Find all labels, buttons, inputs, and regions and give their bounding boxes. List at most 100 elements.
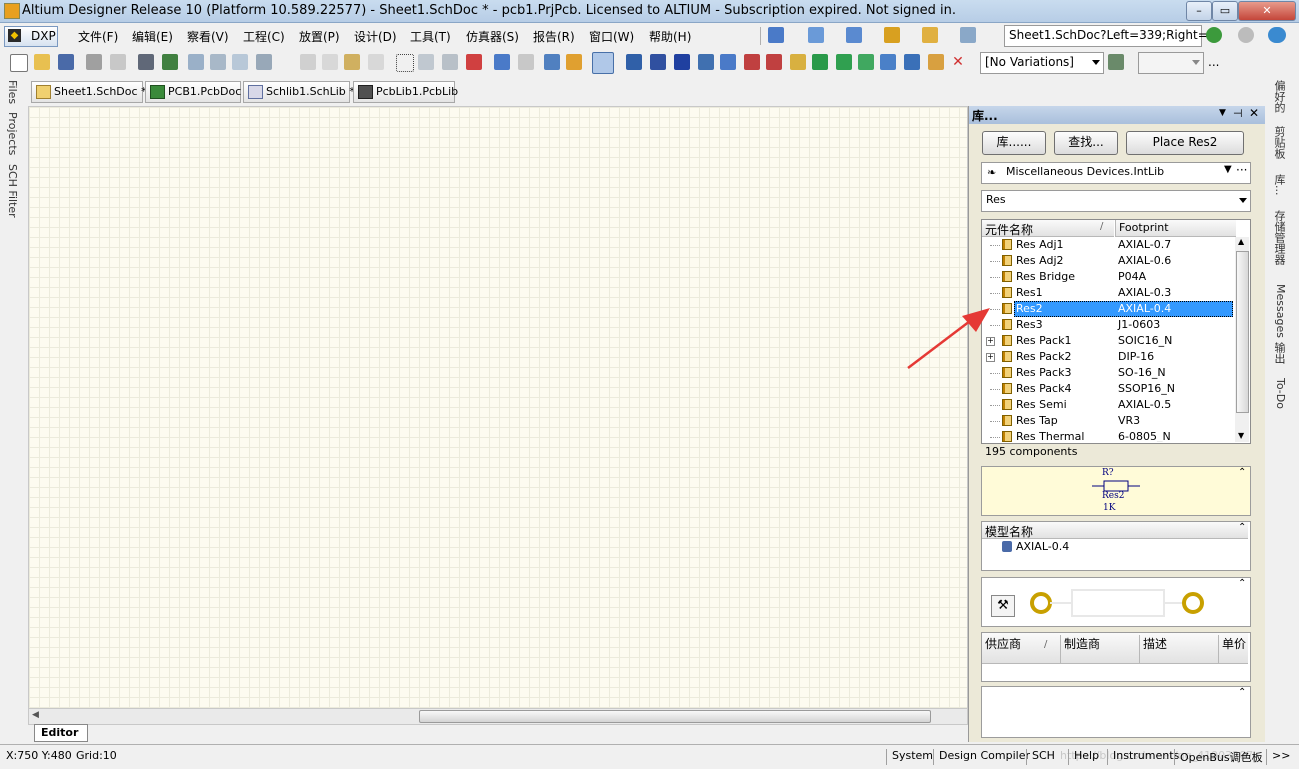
status-tab-instruments[interactable]: Instruments xyxy=(1107,749,1179,765)
status-tab-system[interactable]: System xyxy=(886,749,933,765)
board-icon[interactable] xyxy=(162,54,178,70)
sheet-symbol-icon[interactable] xyxy=(812,54,828,70)
menu-place[interactable]: 放置(P) xyxy=(299,28,340,45)
component-row[interactable]: Res Thermal 6-0805_N xyxy=(982,429,1234,442)
component-row[interactable]: Res3 J1-0603 xyxy=(982,317,1234,333)
column-header-footprint[interactable]: Footprint xyxy=(1115,220,1236,237)
model-name[interactable]: AXIAL-0.4 xyxy=(1016,540,1069,553)
port-icon[interactable] xyxy=(922,27,938,43)
side-tab-files[interactable]: Files xyxy=(3,80,19,106)
deselect-icon[interactable] xyxy=(466,54,482,70)
component-row[interactable]: Res Bridge P04A xyxy=(982,269,1234,285)
wiring-icon[interactable] xyxy=(768,27,784,43)
paste-icon[interactable] xyxy=(344,54,360,70)
list-scrollbar[interactable]: ▲ ▼ xyxy=(1235,237,1249,442)
more-options-icon[interactable]: ··· xyxy=(1236,163,1247,177)
component-row[interactable]: Res Semi AXIAL-0.5 xyxy=(982,397,1234,413)
new-icon[interactable] xyxy=(10,54,28,72)
save-icon[interactable] xyxy=(58,54,74,70)
libraries-button[interactable]: 库...... xyxy=(982,131,1046,155)
undo-icon[interactable] xyxy=(494,54,510,70)
library-select[interactable]: ❧ Miscellaneous Devices.IntLib ▼ ··· xyxy=(981,162,1251,184)
close-button[interactable]: ✕ xyxy=(1238,1,1296,21)
gnd-port-icon[interactable] xyxy=(744,54,760,70)
place-component-button[interactable]: Place Res2 xyxy=(1126,131,1244,155)
menu-design[interactable]: 设计(D) xyxy=(354,28,397,45)
move-icon[interactable] xyxy=(418,54,434,70)
side-tab-storage-manager[interactable]: 存储管理器 xyxy=(1269,210,1287,278)
forward-icon[interactable] xyxy=(1238,27,1254,43)
component-row[interactable]: + Res Pack1 SOIC16_N xyxy=(982,333,1234,349)
menu-tools[interactable]: 工具(T) xyxy=(410,28,451,45)
component-row[interactable]: Res Adj1 AXIAL-0.7 xyxy=(982,237,1234,253)
scroll-down-icon[interactable]: ▼ xyxy=(1238,431,1244,440)
dxp-menu-button[interactable]: ◆ DXP xyxy=(4,26,58,47)
nav-path-field[interactable]: Sheet1.SchDoc?Left=339;Right= xyxy=(1004,25,1208,47)
select-area-icon[interactable] xyxy=(396,54,414,72)
status-tab-sch[interactable]: SCH xyxy=(1026,749,1055,765)
hierarchy-icon[interactable] xyxy=(544,54,560,70)
component-row[interactable]: + Res Pack2 DIP-16 xyxy=(982,349,1234,365)
open-icon[interactable] xyxy=(34,54,50,70)
filter-input[interactable]: Res xyxy=(981,190,1251,212)
layers-icon[interactable] xyxy=(138,54,154,70)
zoom-select-icon[interactable] xyxy=(232,54,248,70)
no-erc-icon[interactable]: ✕ xyxy=(950,54,966,70)
back-icon[interactable] xyxy=(1206,27,1222,43)
menu-window[interactable]: 窗口(W) xyxy=(589,28,634,45)
scroll-up-icon[interactable]: ▲ xyxy=(1238,237,1244,246)
vcc-port-icon[interactable] xyxy=(766,54,782,70)
ground-icon[interactable] xyxy=(846,27,862,43)
schematic-canvas[interactable] xyxy=(28,106,968,710)
menu-project[interactable]: 工程(C) xyxy=(243,28,285,45)
cut-icon[interactable] xyxy=(300,54,316,70)
collapse-icon[interactable]: ⌃ xyxy=(1238,467,1246,478)
cross-probe-icon[interactable] xyxy=(566,54,582,70)
component-row[interactable]: Res Pack3 SO-16_N xyxy=(982,365,1234,381)
place-bus-icon[interactable] xyxy=(650,54,666,70)
directive-icon[interactable] xyxy=(928,54,944,70)
menu-edit[interactable]: 编辑(E) xyxy=(132,28,173,45)
net-icon[interactable] xyxy=(720,54,736,70)
scroll-thumb[interactable] xyxy=(1236,251,1249,413)
print-preview-icon[interactable] xyxy=(110,54,126,70)
minimize-button[interactable]: – xyxy=(1186,1,1212,21)
rubber-stamp-icon[interactable] xyxy=(368,54,384,70)
menu-file[interactable]: 文件(F) xyxy=(78,28,118,45)
menu-help[interactable]: 帮助(H) xyxy=(649,28,691,45)
side-tab-libraries[interactable]: 库... xyxy=(1269,174,1287,206)
collapse-icon[interactable]: ⌃ xyxy=(1238,578,1246,589)
side-tab-messages[interactable]: Messages xyxy=(1269,284,1287,338)
tab-schlib1-schlib[interactable]: Schlib1.SchLib * xyxy=(243,81,355,103)
column-description[interactable]: 描述 xyxy=(1139,635,1167,663)
menu-reports[interactable]: 报告(R) xyxy=(533,28,575,45)
port-place-icon[interactable] xyxy=(880,54,896,70)
align-icon[interactable] xyxy=(808,27,824,43)
side-tab-sch-filter[interactable]: SCH Filter xyxy=(3,164,19,218)
device-sheet-icon[interactable] xyxy=(858,54,874,70)
menu-view[interactable]: 察看(V) xyxy=(187,28,229,45)
side-tab-output[interactable]: 输出 xyxy=(1269,342,1287,372)
component-row[interactable]: Res1 AXIAL-0.3 xyxy=(982,285,1234,301)
column-header-name[interactable]: 元件名称 / xyxy=(982,220,1114,237)
panel-close-icon[interactable]: ✕ xyxy=(1249,106,1259,120)
variant-icon[interactable] xyxy=(1108,54,1124,70)
net-label-icon[interactable] xyxy=(698,54,714,70)
scroll-left-icon[interactable]: ◀ xyxy=(32,710,39,720)
component-row[interactable]: Res Tap VR3 xyxy=(982,413,1234,429)
pin-icon[interactable]: ⊣ xyxy=(1233,107,1243,120)
collapse-icon[interactable]: ⌃ xyxy=(1238,522,1246,533)
model-list[interactable]: 模型名称 AXIAL-0.4 ⌃ xyxy=(981,521,1251,571)
select-icon[interactable] xyxy=(442,54,458,70)
tab-pcblib1-pcblib[interactable]: PcbLib1.PcbLib xyxy=(353,81,458,103)
place-part-icon[interactable] xyxy=(790,54,806,70)
print-icon[interactable] xyxy=(86,54,102,70)
harness-icon[interactable] xyxy=(904,54,920,70)
menu-simulator[interactable]: 仿真器(S) xyxy=(466,28,519,45)
home-icon[interactable] xyxy=(1268,27,1286,43)
collapse-icon[interactable]: ⌃ xyxy=(1238,687,1246,698)
browse-library-icon[interactable] xyxy=(592,52,614,74)
toolbar-more[interactable]: ... xyxy=(1208,55,1219,69)
copy-icon[interactable] xyxy=(322,54,338,70)
tab-pcb1-pcbdoc[interactable]: PCB1.PcbDoc xyxy=(145,81,241,103)
